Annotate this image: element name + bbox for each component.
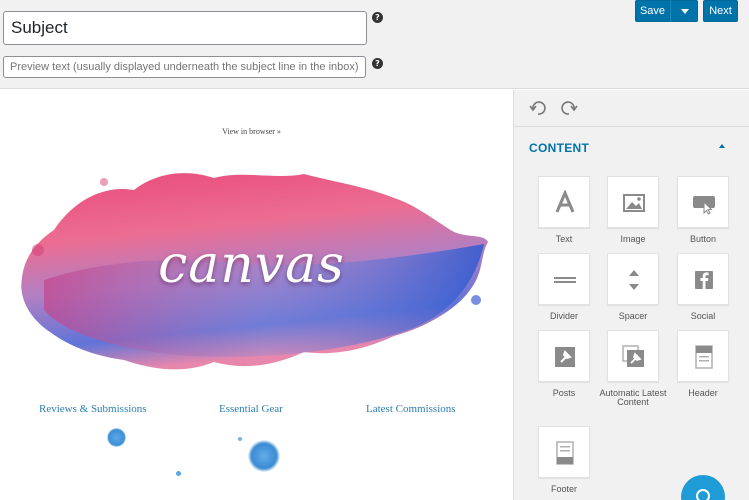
header-block-label: Header bbox=[688, 388, 718, 398]
subject-help-icon[interactable]: ? bbox=[372, 12, 383, 23]
image-block[interactable] bbox=[607, 176, 659, 228]
next-button[interactable]: Next bbox=[703, 0, 738, 22]
subject-input[interactable] bbox=[3, 11, 367, 45]
social-block-label: Social bbox=[690, 311, 716, 321]
divider-block-label: Divider bbox=[549, 311, 578, 321]
facebook-icon bbox=[695, 271, 713, 289]
collapse-arrow-icon[interactable] bbox=[717, 142, 727, 152]
save-button[interactable]: Save bbox=[635, 0, 670, 22]
button-block[interactable] bbox=[677, 176, 729, 228]
spacer-block[interactable] bbox=[607, 253, 659, 305]
text-block[interactable] bbox=[538, 176, 590, 228]
text-block-label: Text bbox=[555, 234, 573, 244]
view-in-browser-link[interactable]: View in browser » bbox=[0, 127, 503, 136]
header-icon bbox=[695, 345, 713, 369]
redo-icon[interactable] bbox=[560, 99, 578, 117]
undo-icon[interactable] bbox=[529, 99, 547, 117]
preview-help-icon[interactable]: ? bbox=[372, 58, 383, 69]
button-block-label: Button bbox=[689, 234, 717, 244]
footer-block[interactable] bbox=[538, 426, 590, 478]
reviews-submissions-link[interactable]: Reviews & Submissions bbox=[39, 403, 147, 415]
button-icon bbox=[693, 196, 715, 215]
social-block[interactable] bbox=[677, 253, 729, 305]
automatic-latest-content-block[interactable] bbox=[607, 330, 659, 382]
latest-commissions-link[interactable]: Latest Commissions bbox=[366, 403, 456, 415]
preview-text-input[interactable] bbox=[3, 56, 366, 78]
spacer-block-label: Spacer bbox=[618, 311, 648, 321]
save-options-dropdown-icon[interactable] bbox=[670, 0, 698, 22]
header-block[interactable] bbox=[677, 330, 729, 382]
posts-block[interactable] bbox=[538, 330, 590, 382]
email-canvas[interactable]: View in browser » canvas Reviews & Submi… bbox=[0, 90, 513, 500]
blue-paint-splash bbox=[248, 440, 280, 472]
automatic-latest-content-icon bbox=[622, 345, 644, 367]
blue-paint-splash bbox=[107, 428, 126, 447]
posts-block-label: Posts bbox=[552, 388, 576, 398]
image-icon bbox=[623, 194, 645, 212]
footer-icon bbox=[556, 441, 574, 465]
footer-block-label: Footer bbox=[550, 484, 577, 494]
hero-title: canvas bbox=[158, 235, 345, 295]
essential-gear-link[interactable]: Essential Gear bbox=[219, 403, 283, 415]
divider-icon bbox=[554, 277, 576, 283]
posts-icon bbox=[555, 347, 575, 367]
help-icon bbox=[696, 489, 710, 500]
editor-sidebar: CONTENT Text Image Button Divider Spacer… bbox=[513, 90, 749, 500]
spacer-icon bbox=[629, 270, 639, 290]
image-block-label: Image bbox=[620, 234, 646, 244]
blue-paint-dot bbox=[238, 437, 242, 441]
content-section-heading[interactable]: CONTENT bbox=[529, 141, 589, 155]
divider bbox=[514, 126, 749, 127]
automatic-latest-content-block-label: Automatic Latest Content bbox=[599, 388, 667, 407]
text-icon bbox=[555, 190, 575, 213]
blue-paint-dot bbox=[176, 471, 181, 476]
header-bar: ? ? Save Next bbox=[0, 0, 749, 89]
divider-block[interactable] bbox=[538, 253, 590, 305]
